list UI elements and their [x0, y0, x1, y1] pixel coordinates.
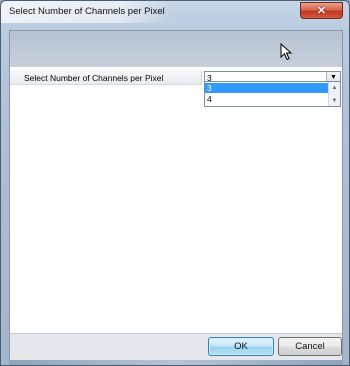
close-button[interactable]: ✕	[300, 2, 343, 19]
property-label-cell: Select Number of Channels per Pixel	[10, 71, 202, 85]
combobox-dropdown-list: 3 4 ▲ ▼	[204, 81, 341, 107]
property-grid: Select Number of Channels per Pixel 3 ▼ …	[10, 67, 342, 333]
dialog-window: Select Number of Channels per Pixel ✕ Se…	[0, 0, 350, 366]
dialog-client-area: Select Number of Channels per Pixel 3 ▼ …	[9, 30, 343, 362]
cancel-button[interactable]: Cancel	[278, 337, 342, 356]
dropdown-scrollbar[interactable]: ▲ ▼	[328, 82, 340, 106]
mouse-cursor-icon	[280, 43, 293, 61]
window-title: Select Number of Channels per Pixel	[9, 6, 165, 17]
title-bar[interactable]: Select Number of Channels per Pixel ✕	[1, 1, 349, 23]
window-bottom-edge	[9, 360, 343, 365]
close-icon: ✕	[316, 5, 327, 17]
scroll-down-icon[interactable]: ▼	[329, 97, 340, 105]
dropdown-option-4[interactable]: 4	[205, 94, 329, 104]
property-label: Select Number of Channels per Pixel	[24, 73, 164, 83]
ok-button[interactable]: OK	[208, 337, 274, 356]
dropdown-option-3[interactable]: 3	[205, 83, 329, 93]
scroll-up-icon[interactable]: ▲	[329, 84, 340, 92]
